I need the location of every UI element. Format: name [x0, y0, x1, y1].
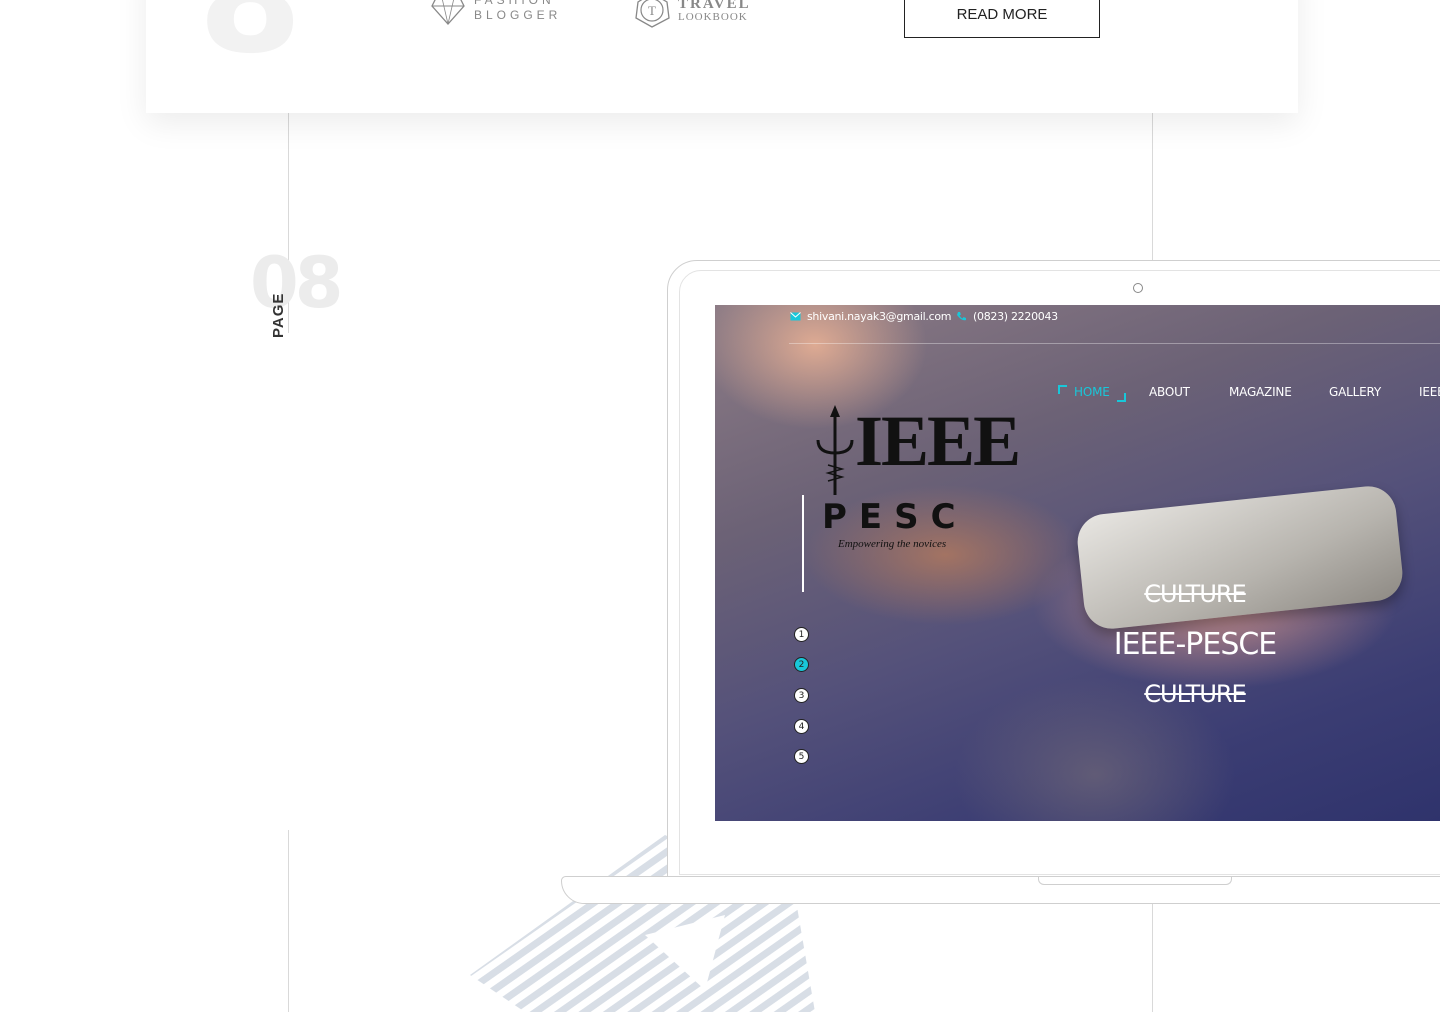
blogger-text: BLOGGER	[474, 8, 562, 22]
slide-dot-3[interactable]: 3	[794, 688, 809, 703]
camera-icon	[1133, 283, 1143, 293]
page-label: PAGE	[270, 292, 287, 338]
trident-icon	[816, 405, 854, 495]
laptop-base	[561, 876, 1440, 904]
lookbook-text: LOOKBOOK	[678, 10, 748, 23]
travel-badge-icon: T	[635, 0, 670, 28]
top-card: 8 FASHION BLOGGER T TRAVEL LOOKBOOK READ…	[146, 0, 1298, 113]
nav-item-ieee[interactable]: IEEE	[1419, 385, 1440, 399]
phone-text: (0823) 2220043	[973, 310, 1058, 323]
headline-main: IEEE-PESCE	[1113, 627, 1278, 662]
guide-line-right-lower	[1152, 904, 1153, 1012]
guide-line-right	[1152, 113, 1153, 261]
section-digit: 8	[198, 0, 303, 87]
vertical-divider	[802, 495, 804, 592]
logo-ieee-text: IEEE	[855, 401, 1021, 481]
phone-icon	[957, 312, 966, 321]
logo-tagline: Empowering the novices	[838, 538, 947, 550]
guide-line-left-lower	[288, 830, 289, 1012]
website-screen: shivani.nayak3@gmail.com (0823) 2220043 …	[715, 305, 1440, 821]
read-more-button[interactable]: READ MORE	[904, 0, 1100, 38]
svg-text:T: T	[648, 3, 656, 18]
fashion-text: FASHION	[474, 0, 555, 7]
topbar-divider	[789, 343, 1440, 344]
slide-dot-5[interactable]: 5	[794, 749, 809, 764]
nav-item-about[interactable]: ABOUT	[1149, 385, 1190, 399]
contact-phone[interactable]: (0823) 2220043	[956, 310, 1058, 323]
laptop-notch	[1038, 876, 1232, 885]
active-bracket-bottom-right	[1117, 393, 1126, 402]
contact-email[interactable]: shivani.nayak3@gmail.com	[790, 310, 952, 323]
travel-lookbook-logo: T TRAVEL LOOKBOOK	[632, 0, 751, 30]
envelope-icon	[790, 312, 801, 321]
phone-image	[1074, 483, 1406, 632]
logo-pesc-text: PESC	[822, 497, 968, 537]
nav-item-magazine[interactable]: MAGAZINE	[1229, 385, 1292, 399]
email-text: shivani.nayak3@gmail.com	[807, 310, 952, 323]
slide-dot-2[interactable]: 2	[794, 657, 809, 672]
travel-text: TRAVEL	[678, 0, 751, 12]
diamond-icon	[431, 0, 465, 25]
slide-dot-4[interactable]: 4	[794, 719, 809, 734]
fashion-blogger-logo: FASHION BLOGGER	[430, 0, 561, 26]
headline-top: CULTURE	[1144, 580, 1246, 608]
headline-bottom: CULTURE	[1144, 680, 1246, 708]
page-number: 08	[250, 242, 343, 324]
nav-item-home[interactable]: HOME	[1074, 385, 1110, 399]
active-bracket-top-left	[1058, 385, 1067, 394]
nav-item-gallery[interactable]: GALLERY	[1329, 385, 1381, 399]
slide-dot-1[interactable]: 1	[794, 627, 809, 642]
